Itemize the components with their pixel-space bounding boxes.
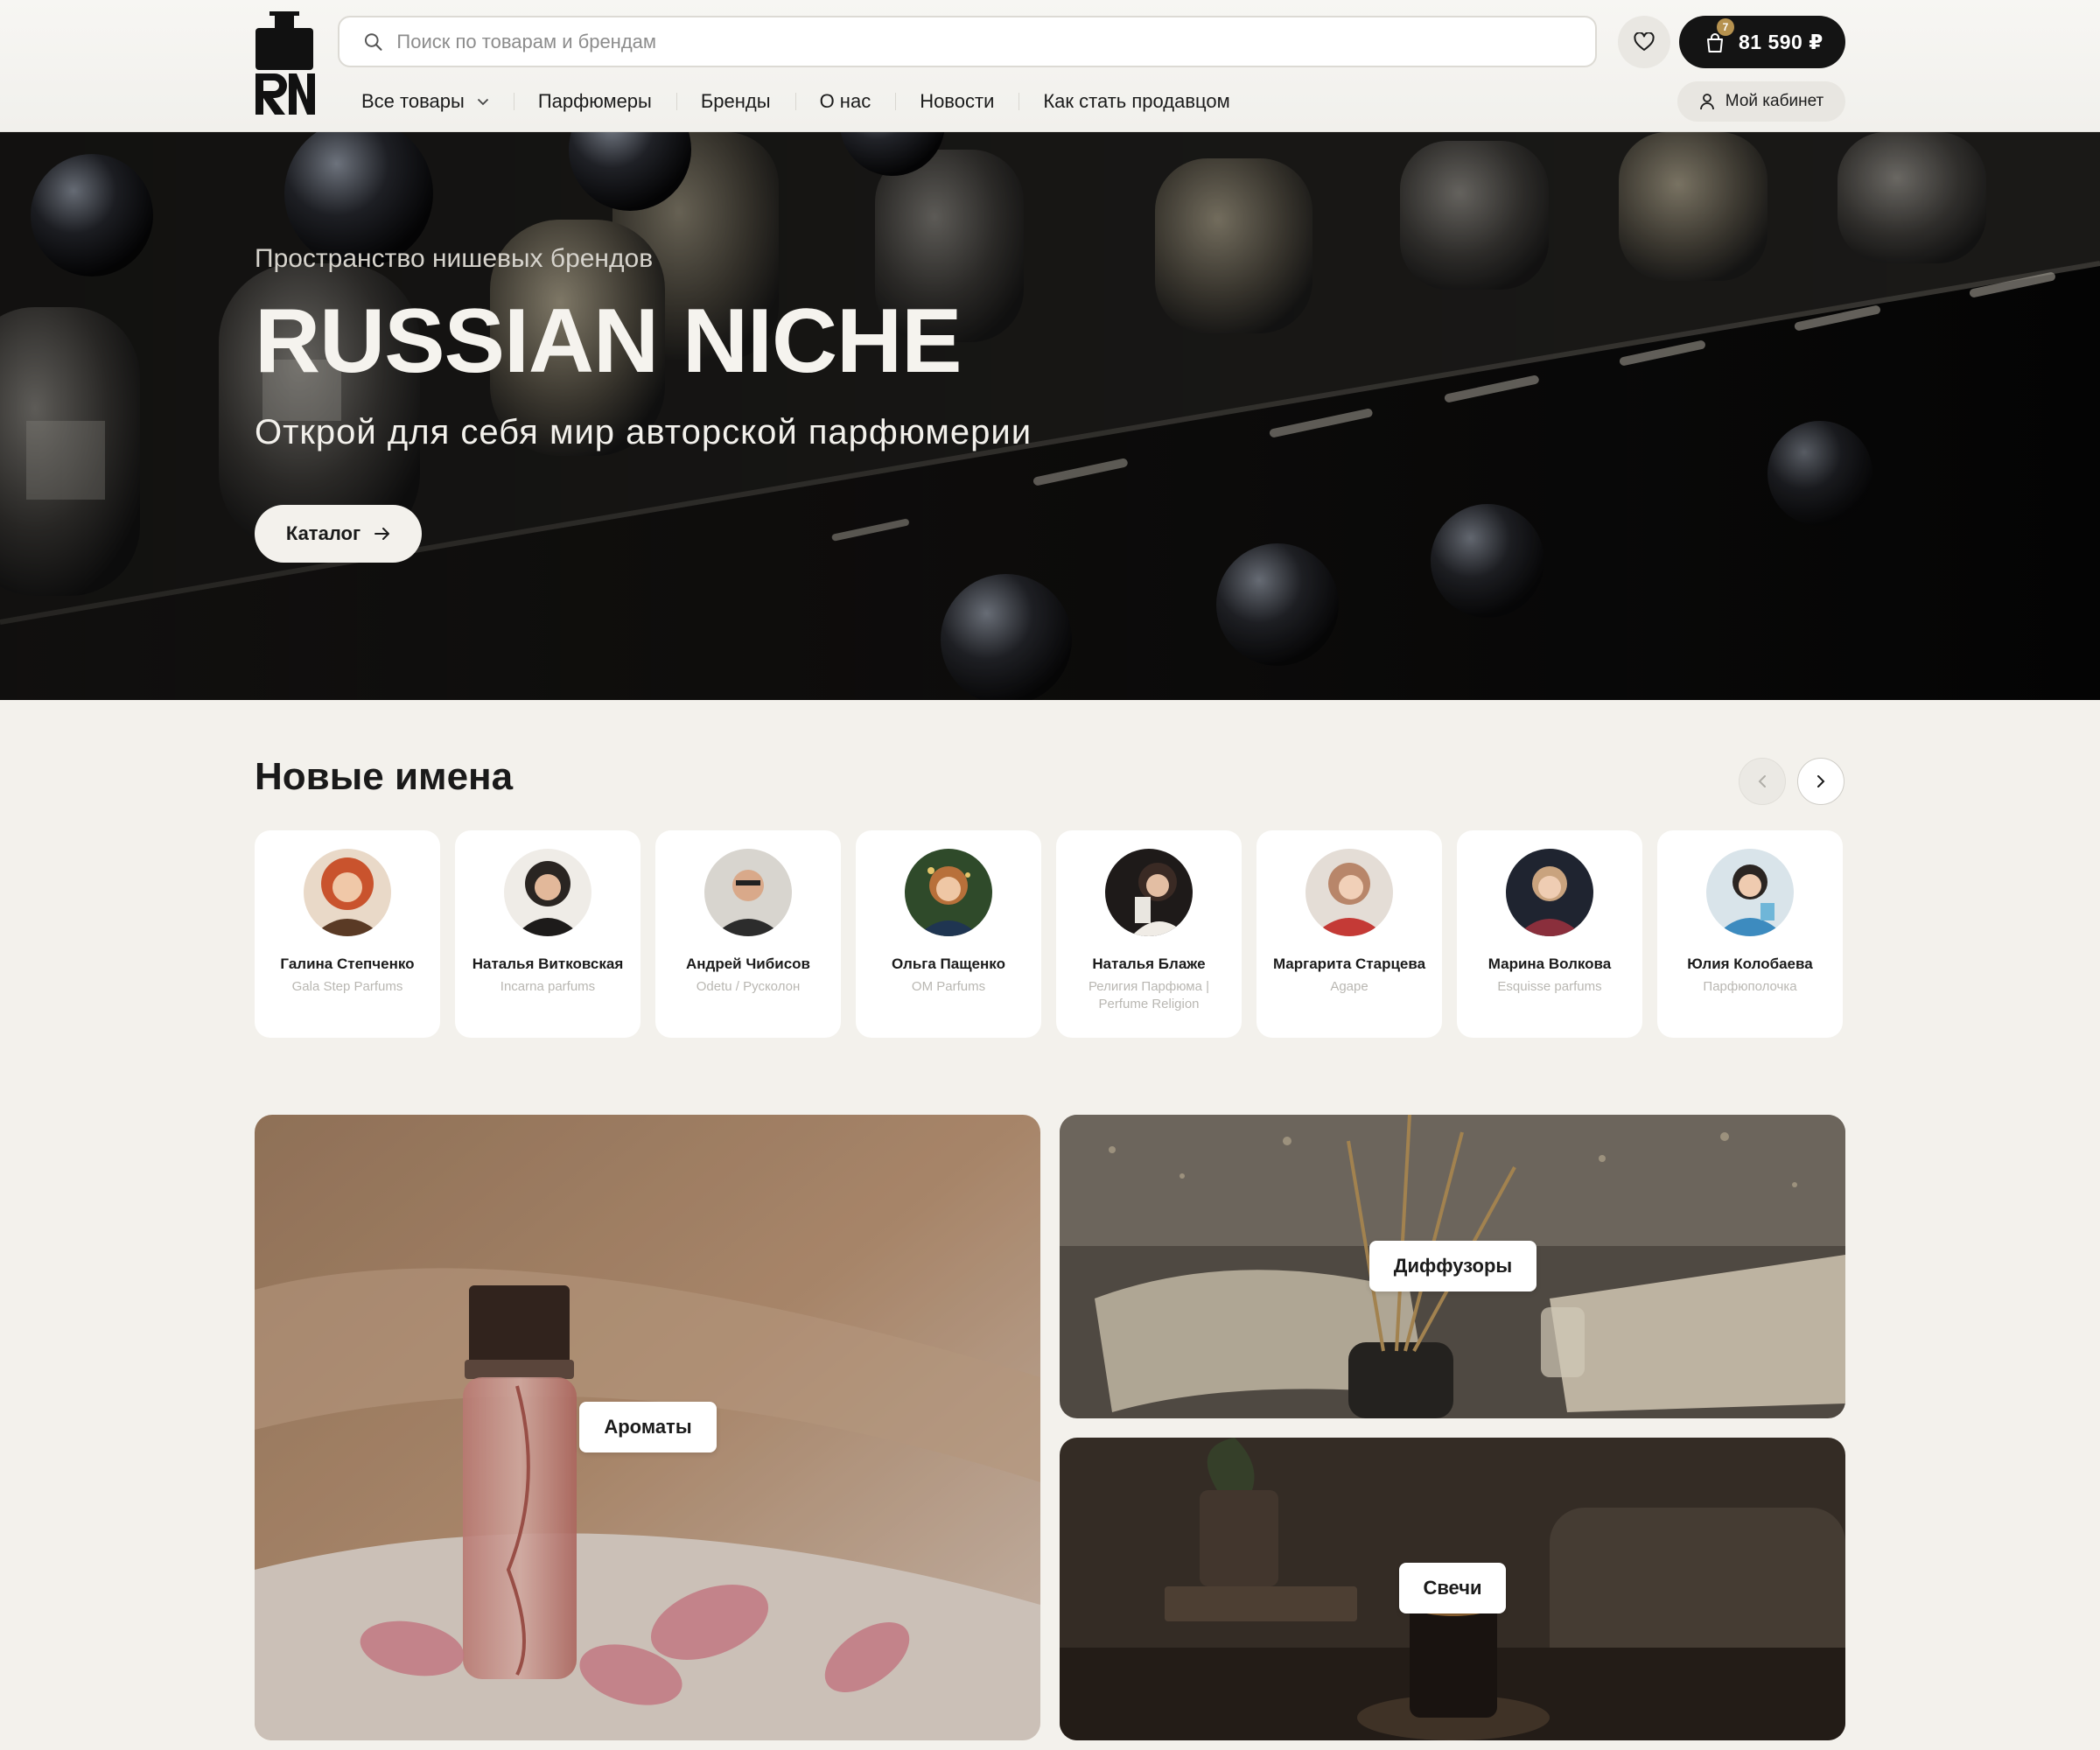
search-icon xyxy=(364,32,382,51)
nav-label: Новости xyxy=(920,90,995,112)
catalog-button[interactable]: Каталог xyxy=(255,505,422,563)
nav-brands[interactable]: Бренды xyxy=(676,80,795,122)
logo[interactable] xyxy=(254,11,315,115)
perfumer-card[interactable]: Андрей Чибисов Odetu / Русколон xyxy=(655,830,841,1038)
avatar xyxy=(304,849,391,936)
site-header: 7 81 590 ₽ Все товары Парфюмеры Бренды О… xyxy=(0,0,2100,132)
nav-news[interactable]: Новости xyxy=(895,80,1018,122)
cart-button[interactable]: 7 81 590 ₽ xyxy=(1679,16,1845,68)
perfumer-brand: OM Parfums xyxy=(911,979,986,994)
category-label-candles[interactable]: Свечи xyxy=(1399,1563,1506,1614)
perfumer-name: Ольга Пащенко xyxy=(892,956,1005,972)
perfumer-card[interactable]: Наталья Витковская Incarna parfums xyxy=(455,830,640,1038)
perfumer-name: Галина Степченко xyxy=(280,956,415,972)
perfumer-name: Юлия Колобаева xyxy=(1687,956,1813,972)
category-tile-diffusers[interactable]: Диффузоры xyxy=(1060,1115,1845,1418)
avatar xyxy=(1506,849,1593,936)
perfumer-carousel: Галина Степченко Gala Step Parfums Натал… xyxy=(255,830,1845,1038)
nav-label: Парфюмеры xyxy=(537,90,652,112)
perfumer-card[interactable]: Галина Степченко Gala Step Parfums xyxy=(255,830,440,1038)
avatar xyxy=(1105,849,1193,936)
perfumer-card[interactable]: Ольга Пащенко OM Parfums xyxy=(856,830,1041,1038)
perfumer-name: Наталья Витковская xyxy=(472,956,624,972)
user-icon xyxy=(1699,94,1714,110)
account-button[interactable]: Мой кабинет xyxy=(1677,81,1845,122)
catalog-button-label: Каталог xyxy=(285,522,361,544)
perfumer-brand: Парфюполочка xyxy=(1703,979,1797,994)
favorites-button[interactable] xyxy=(1618,16,1670,68)
nav-all-products[interactable]: Все товары xyxy=(338,80,514,122)
perfumer-brand: Esquisse parfums xyxy=(1497,979,1602,994)
arrow-right-icon xyxy=(374,528,390,540)
nav-label: Бренды xyxy=(700,90,771,112)
perfumer-brand: Gala Step Parfums xyxy=(291,979,403,994)
hero-tagline: Открой для себя мир авторской парфюмерии xyxy=(255,413,1032,452)
perfumer-brand: Agape xyxy=(1330,979,1368,994)
account-label: Мой кабинет xyxy=(1725,92,1824,110)
nav-label: О нас xyxy=(819,90,872,112)
heart-icon xyxy=(1634,32,1655,51)
perfumer-card[interactable]: Наталья Блаже Религия Парфюма | Perfume … xyxy=(1056,830,1242,1038)
perfumer-card[interactable]: Маргарита Старцева Agape xyxy=(1256,830,1442,1038)
hero-title: RUSSIAN NICHE xyxy=(255,290,962,392)
carousel-prev-button[interactable] xyxy=(1739,758,1786,805)
avatar xyxy=(1706,849,1794,936)
perfumer-card[interactable]: Юлия Колобаева Парфюполочка xyxy=(1657,830,1843,1038)
nav-become-seller[interactable]: Как стать продавцом xyxy=(1018,80,1254,122)
category-tile-aromas[interactable]: Ароматы xyxy=(255,1115,1040,1740)
hero-subtitle: Пространство нишевых брендов xyxy=(255,244,654,273)
search-input[interactable] xyxy=(396,30,1595,53)
avatar xyxy=(905,849,992,936)
nav-about[interactable]: О нас xyxy=(794,80,896,122)
perfumer-brand: Odetu / Русколон xyxy=(696,979,801,994)
perfumer-name: Марина Волкова xyxy=(1488,956,1612,972)
shopping-bag-icon xyxy=(1707,33,1723,52)
perfumer-name: Маргарита Старцева xyxy=(1272,956,1426,972)
new-names-title: Новые имена xyxy=(255,755,514,798)
nav-label: Все товары xyxy=(361,90,465,112)
avatar xyxy=(504,849,592,936)
category-label-diffusers[interactable]: Диффузоры xyxy=(1369,1241,1536,1292)
nav-label: Как стать продавцом xyxy=(1043,90,1230,112)
chevron-down-icon xyxy=(477,98,488,105)
perfumer-brand: Incarna parfums xyxy=(500,979,596,994)
chevron-left-icon xyxy=(1758,775,1766,788)
perfumer-name: Наталья Блаже xyxy=(1092,956,1206,972)
perfumer-card[interactable]: Марина Волкова Esquisse parfums xyxy=(1457,830,1642,1038)
cart-count-badge: 7 xyxy=(1717,18,1734,36)
main-nav: Все товары Парфюмеры Бренды О нас Новост… xyxy=(338,80,1255,122)
category-tile-candles[interactable]: Свечи xyxy=(1060,1438,1845,1740)
avatar xyxy=(1306,849,1393,936)
hero-banner: Пространство нишевых брендов RUSSIAN NIC… xyxy=(0,132,2100,700)
carousel-next-button[interactable] xyxy=(1797,758,1844,805)
nav-perfumers[interactable]: Парфюмеры xyxy=(513,80,676,122)
category-label-aromas[interactable]: Ароматы xyxy=(579,1402,717,1452)
search-bar[interactable] xyxy=(338,16,1597,67)
cart-total: 81 590 ₽ xyxy=(1739,30,1824,53)
avatar xyxy=(704,849,792,936)
perfumer-name: Андрей Чибисов xyxy=(686,956,810,972)
perfumer-brand: Религия Парфюма | Perfume Religion xyxy=(1088,979,1210,1012)
chevron-right-icon xyxy=(1817,775,1825,788)
